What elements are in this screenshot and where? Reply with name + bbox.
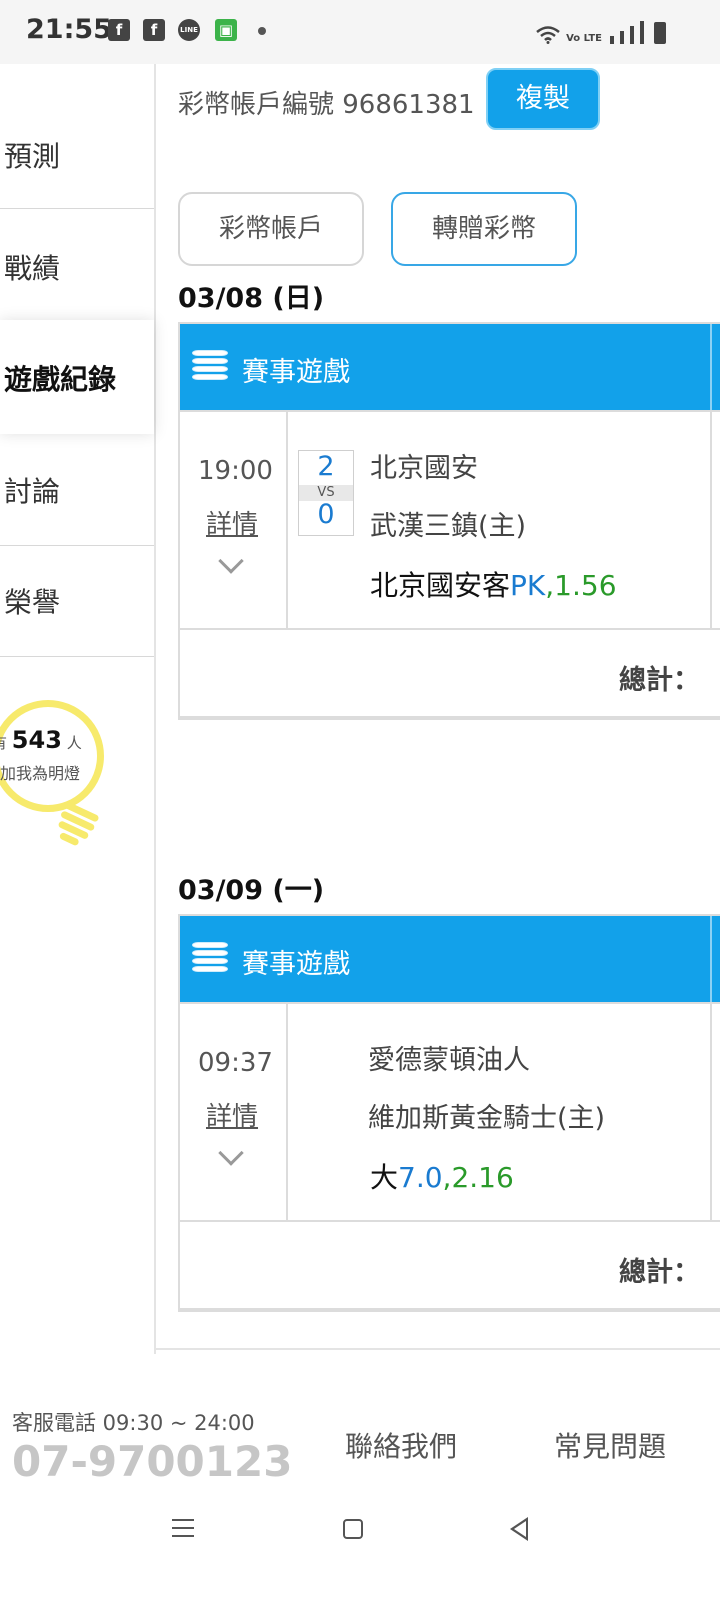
date-heading: 03/08 (日) (178, 283, 325, 314)
date-heading: 03/09 (一) (178, 875, 325, 906)
team-away: 北京國安 (370, 453, 478, 484)
status-time: 21:55 (26, 14, 112, 45)
status-bar: 21:55 f f LINE ▣ Vo LTE (0, 0, 720, 64)
chevron-down-icon[interactable] (218, 1140, 244, 1166)
score-home: 2 (317, 451, 335, 482)
coins-icon (192, 942, 228, 978)
bet-pick: 北京國安客PK,1.56 (370, 569, 617, 602)
sidebar-item-label: 預測 (4, 140, 61, 173)
sidebar-item-label: 遊戲紀錄 (4, 363, 117, 396)
score-away: 0 (317, 499, 335, 530)
total-label: 總計： (619, 665, 700, 696)
follower-caption: 加我為明燈 (0, 764, 81, 783)
sidebar-item-label: 討論 (4, 475, 61, 508)
system-icons: Vo LTE (536, 18, 666, 44)
facebook-icon: f (108, 19, 130, 41)
total-row: 總計： (180, 1222, 720, 1310)
details-link[interactable]: 詳情 (206, 504, 258, 541)
volte-icon: Vo LTE (566, 33, 602, 44)
facebook-icon: f (143, 19, 165, 41)
tab-coin-account[interactable]: 彩幣帳戶 (178, 192, 364, 266)
android-icon: ▣ (215, 19, 237, 41)
main-content: 彩幣帳戶編號 96861381 複製 彩幣帳戶 轉贈彩幣 03/08 (日) 賽… (156, 64, 720, 1354)
team-home: 武漢三鎮(主) (370, 511, 527, 542)
home-icon[interactable] (343, 1519, 363, 1539)
sidebar: 預測 戰績 遊戲紀錄 討論 榮譽 有 543 人 加我為明燈 (0, 64, 156, 1354)
notification-dot-icon (258, 27, 266, 35)
navigation-bar (0, 1505, 720, 1600)
wifi-icon (536, 26, 560, 44)
sidebar-item-discussion[interactable]: 討論 (0, 434, 154, 546)
menu-icon[interactable] (172, 1519, 194, 1543)
sidebar-item-label: 戰績 (4, 252, 61, 285)
sidebar-item-prediction[interactable]: 預測 (0, 97, 154, 209)
game-card: 賽事遊戲 19:00 詳情 2 VS 0 北京國安 武漢三鎮(主) 北京國安客P… (178, 322, 720, 720)
total-row: 總計： (180, 630, 720, 718)
sidebar-item-label: 榮譽 (4, 586, 61, 619)
signal-icon (610, 36, 614, 44)
card-header: 賽事遊戲 (180, 324, 720, 410)
footer: 客服電話 09:30 ~ 24:00 07-9700123 聯絡我們 常見問題 (0, 1395, 720, 1505)
chevron-down-icon[interactable] (218, 548, 244, 574)
game-row: 19:00 詳情 2 VS 0 北京國安 武漢三鎮(主) 北京國安客PK,1.5… (180, 410, 720, 630)
game-time: 19:00 (198, 456, 273, 486)
game-card: 賽事遊戲 09:37 詳情 愛德蒙頓油人 維加斯黃金騎士(主) 大7.0,2.1… (178, 914, 720, 1312)
service-phone[interactable]: 07-9700123 (12, 1437, 292, 1486)
divider (156, 1348, 720, 1350)
follower-count: 有 543 人 (0, 726, 82, 754)
faq-link[interactable]: 常見問題 (554, 1425, 666, 1465)
lightbulb-badge[interactable]: 有 543 人 加我為明燈 (0, 700, 142, 870)
line-icon: LINE (178, 19, 200, 41)
details-link[interactable]: 詳情 (206, 1096, 258, 1133)
lightbulb-base-icon (58, 802, 99, 846)
battery-icon (654, 22, 666, 44)
card-title: 賽事遊戲 (242, 949, 350, 980)
coins-icon (192, 350, 228, 386)
contact-us-link[interactable]: 聯絡我們 (345, 1425, 457, 1465)
service-hours: 客服電話 09:30 ~ 24:00 (12, 1411, 255, 1435)
score-box: 2 VS 0 (298, 450, 354, 536)
bet-pick: 大7.0,2.16 (370, 1161, 514, 1194)
lightbulb-icon (0, 700, 104, 812)
sidebar-item-record[interactable]: 戰績 (0, 209, 154, 321)
tab-transfer-coins[interactable]: 轉贈彩幣 (391, 192, 577, 266)
team-home: 維加斯黃金騎士(主) (368, 1103, 606, 1134)
team-away: 愛德蒙頓油人 (368, 1045, 530, 1076)
sidebar-item-honor[interactable]: 榮譽 (0, 545, 154, 657)
total-label: 總計： (619, 1257, 700, 1288)
sidebar-item-game-history[interactable]: 遊戲紀錄 (0, 320, 154, 434)
account-number: 彩幣帳戶編號 96861381 (178, 90, 475, 120)
card-header: 賽事遊戲 (180, 916, 720, 1002)
back-icon[interactable] (510, 1517, 528, 1541)
copy-button[interactable]: 複製 (486, 68, 600, 130)
game-time: 09:37 (198, 1048, 273, 1078)
game-row: 09:37 詳情 愛德蒙頓油人 維加斯黃金騎士(主) 大7.0,2.16 (180, 1002, 720, 1222)
card-title: 賽事遊戲 (242, 357, 350, 388)
